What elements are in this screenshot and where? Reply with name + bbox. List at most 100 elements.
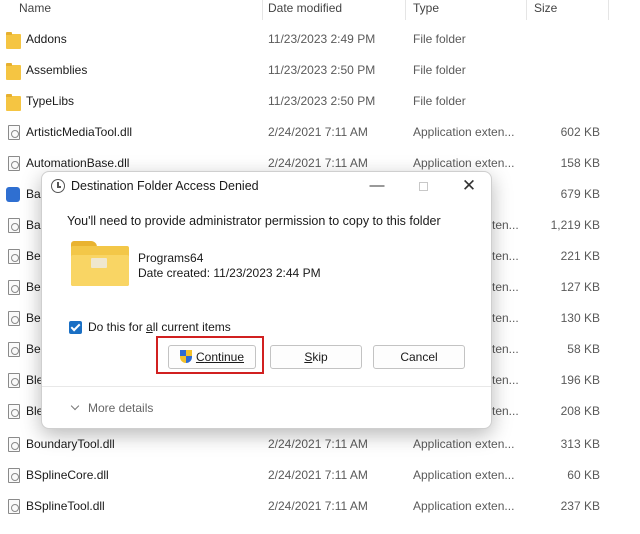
access-denied-dialog: Destination Folder Access Denied — ✕ You… (41, 171, 492, 429)
more-details-toggle[interactable]: More details (70, 401, 154, 415)
file-size: 313 KB (560, 437, 600, 451)
file-type: ten... (492, 311, 519, 325)
maximize-icon (418, 182, 428, 191)
dll-file-icon (8, 249, 20, 264)
column-separator[interactable] (608, 0, 609, 20)
file-row[interactable]: BSplineTool.dll 2/24/2021 7:11 AM Applic… (0, 491, 620, 522)
continue-button[interactable]: Continue (168, 345, 256, 369)
column-type-header[interactable]: Type (413, 1, 439, 15)
column-name-header[interactable]: Name (19, 1, 51, 15)
folder-icon (6, 94, 21, 111)
file-type: Application exten... (413, 125, 515, 139)
checkbox-label-accesskey: a (146, 320, 153, 334)
file-type: ten... (492, 342, 519, 356)
dll-file-icon (8, 311, 20, 326)
column-date-header[interactable]: Date modified (268, 1, 342, 15)
file-name: Addons (26, 32, 67, 46)
file-size: 130 KB (560, 311, 600, 325)
file-size: 196 KB (560, 373, 600, 387)
dll-file-icon (8, 499, 20, 514)
file-size: 1,219 KB (550, 218, 600, 232)
destination-folder-name: Programs64 (138, 251, 204, 265)
uac-shield-icon (179, 350, 192, 363)
dll-file-icon (8, 342, 20, 357)
file-row[interactable]: BoundaryTool.dll 2/24/2021 7:11 AM Appli… (0, 429, 620, 460)
file-type: Application exten... (413, 499, 515, 513)
dll-file-icon (8, 218, 20, 233)
more-details-label: More details (88, 401, 154, 415)
file-date: 2/24/2021 7:11 AM (268, 499, 368, 513)
file-row[interactable]: ArtisticMediaTool.dll 2/24/2021 7:11 AM … (0, 117, 620, 148)
column-separator[interactable] (405, 0, 406, 20)
file-name: BSplineCore.dll (26, 468, 109, 482)
column-size-header[interactable]: Size (534, 1, 557, 15)
file-type: ten... (492, 373, 519, 387)
file-type: File folder (413, 63, 466, 77)
dialog-divider (42, 386, 491, 387)
file-type: ten... (492, 249, 519, 263)
file-size: 127 KB (560, 280, 600, 294)
column-separator[interactable] (526, 0, 527, 20)
file-size: 58 KB (567, 342, 600, 356)
file-row[interactable]: BSplineCore.dll 2/24/2021 7:11 AM Applic… (0, 460, 620, 491)
folder-icon (6, 32, 21, 49)
file-type: ten... (492, 280, 519, 294)
file-row[interactable]: Addons 11/23/2023 2:49 PM File folder (0, 24, 620, 55)
close-button[interactable]: ✕ (446, 172, 491, 202)
folder-icon (6, 63, 21, 80)
file-name: Be (26, 311, 41, 325)
file-name: Be (26, 249, 41, 263)
file-type: Application exten... (413, 156, 515, 170)
file-size: 237 KB (560, 499, 600, 513)
file-size: 158 KB (560, 156, 600, 170)
file-name: Be (26, 280, 41, 294)
maximize-button (400, 172, 446, 202)
column-separator[interactable] (262, 0, 263, 20)
file-name: Ba (26, 187, 41, 201)
file-type: ten... (492, 404, 519, 418)
dialog-titlebar[interactable]: Destination Folder Access Denied — ✕ (42, 172, 491, 202)
continue-label: ontinue (204, 350, 245, 364)
minimize-icon: — (369, 177, 385, 194)
file-date: 2/24/2021 7:11 AM (268, 156, 368, 170)
skip-label: kip (312, 350, 328, 364)
file-size: 602 KB (560, 125, 600, 139)
file-row[interactable]: Assemblies 11/23/2023 2:50 PM File folde… (0, 55, 620, 86)
file-date: 2/24/2021 7:11 AM (268, 125, 368, 139)
file-name: BoundaryTool.dll (26, 437, 115, 451)
apply-to-all-label[interactable]: Do this for all current items (88, 320, 231, 334)
file-date: 2/24/2021 7:11 AM (268, 468, 368, 482)
cancel-button[interactable]: Cancel (373, 345, 465, 369)
dll-file-icon (8, 404, 20, 419)
file-name: Ba (26, 218, 41, 232)
dll-file-icon (8, 468, 20, 483)
file-name: ArtisticMediaTool.dll (26, 125, 133, 139)
close-icon: ✕ (461, 176, 477, 195)
file-size: 60 KB (567, 468, 600, 482)
folder-icon (71, 241, 129, 286)
file-name: AutomationBase.dll (26, 156, 130, 170)
file-type: File folder (413, 32, 466, 46)
file-name: Assemblies (26, 63, 88, 77)
dll-file-icon (8, 156, 20, 171)
file-size: 208 KB (560, 404, 600, 418)
file-type: Application exten... (413, 468, 515, 482)
dll-file-icon (8, 125, 20, 140)
checkbox-label-prefix: Do this for (88, 320, 147, 334)
file-name: BSplineTool.dll (26, 499, 105, 513)
file-row[interactable]: TypeLibs 11/23/2023 2:50 PM File folder (0, 86, 620, 117)
minimize-button[interactable]: — (354, 172, 400, 202)
app-icon (6, 187, 20, 202)
dll-file-icon (8, 437, 20, 452)
file-name: Be (26, 342, 41, 356)
destination-folder-date: Date created: 11/23/2023 2:44 PM (138, 266, 321, 280)
file-size: 679 KB (560, 187, 600, 201)
file-date: 11/23/2023 2:50 PM (268, 94, 376, 108)
file-size: 221 KB (560, 249, 600, 263)
continue-accesskey: C (195, 350, 205, 364)
apply-to-all-checkbox[interactable] (69, 321, 82, 334)
skip-button[interactable]: Skip (270, 345, 362, 369)
shortcut-overlay-icon (91, 258, 107, 268)
column-header-row: Name Date modified Type Size (0, 0, 640, 20)
chevron-down-icon (70, 401, 80, 411)
